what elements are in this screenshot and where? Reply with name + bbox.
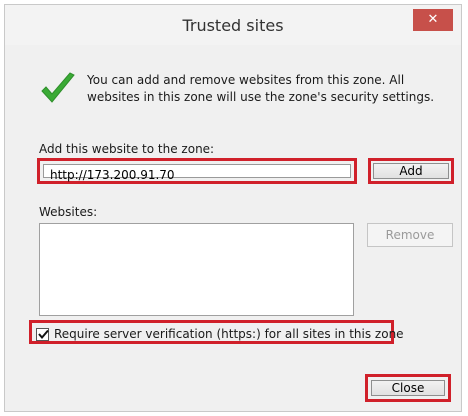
title-bar: Trusted sites ✕ <box>5 5 461 45</box>
https-option-highlight: Require server verification (https:) for… <box>29 320 404 344</box>
websites-list[interactable] <box>39 223 354 316</box>
website-url-input[interactable]: http://173.200.91.70 <box>43 164 351 182</box>
https-checkbox-label: Require server verification (https:) for… <box>54 327 404 341</box>
dialog-content: You can add and remove websites from thi… <box>13 45 454 403</box>
trusted-sites-dialog: Trusted sites ✕ You can add and remove w… <box>4 4 462 412</box>
https-checkbox[interactable] <box>36 328 49 341</box>
green-checkmark-icon <box>41 72 75 103</box>
add-website-label: Add this website to the zone: <box>39 142 215 156</box>
close-button[interactable]: Close <box>371 380 445 396</box>
close-window-button[interactable]: ✕ <box>413 9 453 31</box>
dialog-title: Trusted sites <box>182 16 284 35</box>
add-button-highlight: Add <box>368 158 454 184</box>
intro-text: You can add and remove websites from thi… <box>87 73 435 104</box>
websites-label: Websites: <box>39 205 98 219</box>
add-button[interactable]: Add <box>373 163 449 179</box>
remove-button[interactable]: Remove <box>367 223 453 247</box>
close-icon: ✕ <box>427 12 439 27</box>
url-input-highlight: http://173.200.91.70 <box>37 158 357 184</box>
checkbox-check-icon <box>38 329 49 340</box>
close-button-highlight: Close <box>365 374 451 402</box>
